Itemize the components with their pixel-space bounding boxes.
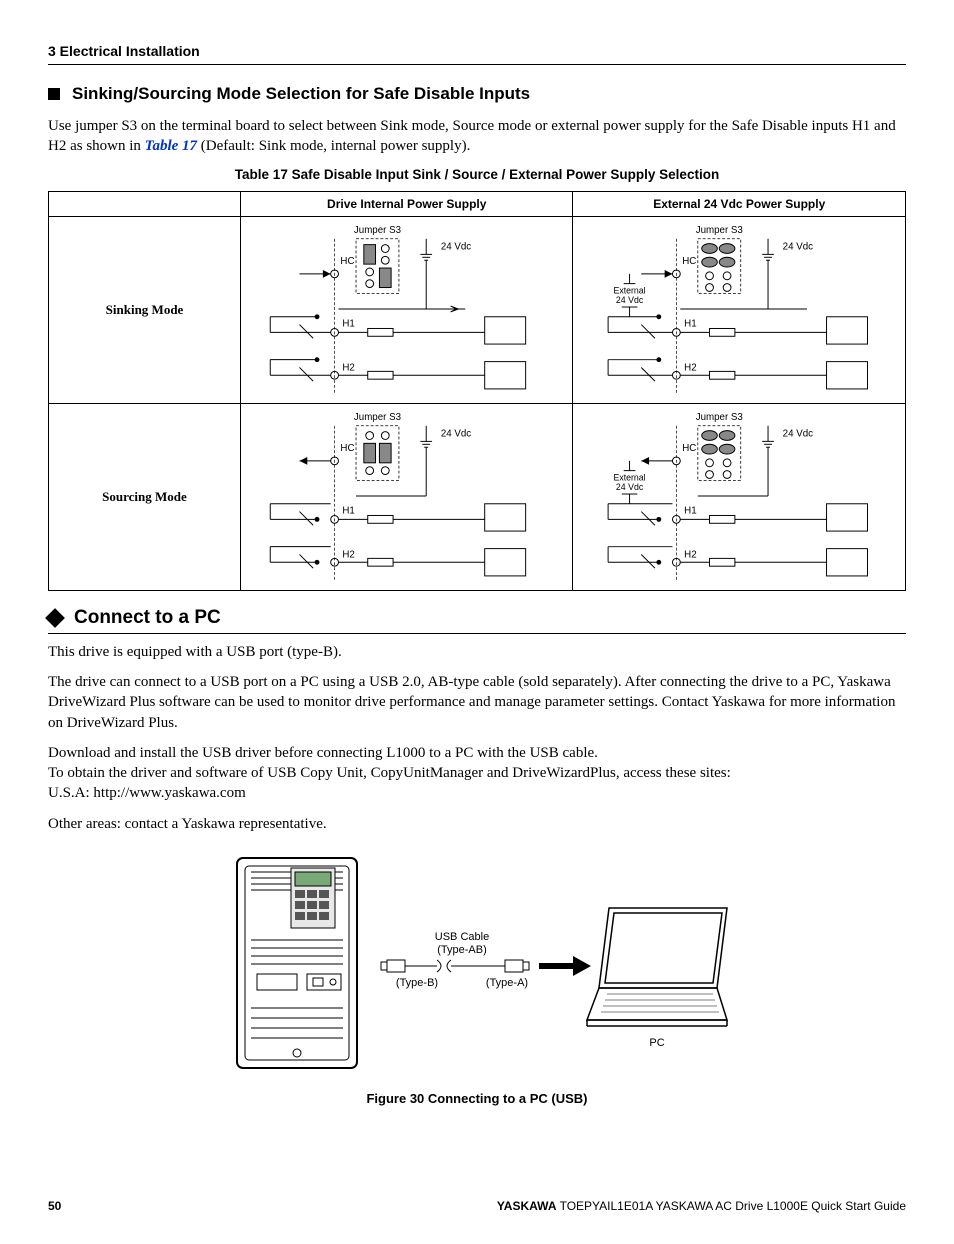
svg-text:Jumper S3: Jumper S3 — [696, 412, 743, 423]
svg-text:24 Vdc: 24 Vdc — [616, 482, 644, 492]
figure-30-caption: Figure 30 Connecting to a PC (USB) — [48, 1090, 906, 1108]
section-heading-sink-source: Sinking/Sourcing Mode Selection for Safe… — [48, 83, 906, 106]
pc-paragraph-4: Other areas: contact a Yaskawa represent… — [48, 814, 906, 834]
section-heading-connect-pc: Connect to a PC — [48, 605, 906, 634]
diamond-bullet-icon — [45, 608, 65, 628]
svg-text:External: External — [614, 285, 646, 295]
page-number: 50 — [48, 1198, 61, 1214]
row-label-sourcing: Sourcing Mode — [49, 403, 241, 590]
pc-p3-line3: U.S.A: http://www.yaskawa.com — [48, 785, 246, 801]
svg-text:HC: HC — [683, 443, 697, 454]
footer-doc-id: YASKAWA TOEPYAIL1E01A YASKAWA AC Drive L… — [497, 1198, 906, 1214]
svg-text:H1: H1 — [342, 318, 354, 329]
svg-text:H1: H1 — [685, 505, 697, 516]
table-header-internal: Drive Internal Power Supply — [241, 191, 573, 216]
row-label-sinking: Sinking Mode — [49, 216, 241, 403]
svg-text:HC: HC — [340, 443, 354, 454]
page-footer: 50 YASKAWA TOEPYAIL1E01A YASKAWA AC Driv… — [48, 1198, 906, 1214]
svg-text:H2: H2 — [342, 362, 354, 373]
svg-text:H1: H1 — [342, 505, 354, 516]
svg-text:Jumper S3: Jumper S3 — [354, 225, 401, 236]
svg-text:H2: H2 — [342, 549, 354, 560]
svg-text:24 Vdc: 24 Vdc — [783, 241, 813, 252]
table-header-external: External 24 Vdc Power Supply — [573, 191, 906, 216]
table-17: Drive Internal Power Supply External 24 … — [48, 191, 906, 592]
diagram-sourcing-external: Jumper S3 24 Vdc HC External 24 Vdc H1 — [573, 403, 906, 590]
table-row-sinking: Sinking Mode Jumper S3 24 Vdc HC H1 — [49, 216, 906, 403]
section-heading-text: Sinking/Sourcing Mode Selection for Safe… — [72, 83, 530, 106]
chapter-header: 3 Electrical Installation — [48, 42, 906, 65]
table-header-blank — [49, 191, 241, 216]
pc-paragraph-1: This drive is equipped with a USB port (… — [48, 642, 906, 662]
footer-brand: YASKAWA — [497, 1199, 557, 1213]
svg-text:External: External — [614, 472, 646, 482]
table-17-caption: Table 17 Safe Disable Input Sink / Sourc… — [48, 166, 906, 184]
diagram-sourcing-internal: Jumper S3 24 Vdc HC H1 H2 — [241, 403, 573, 590]
intro-paragraph: Use jumper S3 on the terminal board to s… — [48, 116, 906, 157]
svg-text:Jumper S3: Jumper S3 — [696, 225, 743, 236]
table-header-row: Drive Internal Power Supply External 24 … — [49, 191, 906, 216]
svg-text:24 Vdc: 24 Vdc — [441, 241, 471, 252]
svg-text:Jumper S3: Jumper S3 — [354, 412, 401, 423]
svg-text:H2: H2 — [685, 549, 697, 560]
footer-doc-text: TOEPYAIL1E01A YASKAWA AC Drive L1000E Qu… — [556, 1199, 906, 1213]
svg-text:(Type-AB): (Type-AB) — [437, 944, 487, 956]
svg-text:PC: PC — [649, 1037, 664, 1049]
svg-text:(Type-A): (Type-A) — [486, 977, 528, 989]
diagram-sinking-internal: Jumper S3 24 Vdc HC H1 H — [241, 216, 573, 403]
svg-text:HC: HC — [340, 256, 354, 267]
svg-text:H1: H1 — [685, 318, 697, 329]
svg-text:24 Vdc: 24 Vdc — [783, 428, 813, 439]
pc-paragraph-2: The drive can connect to a USB port on a… — [48, 672, 906, 733]
svg-text:USB Cable: USB Cable — [435, 931, 489, 943]
section-heading-pc-text: Connect to a PC — [74, 605, 221, 631]
table-row-sourcing: Sourcing Mode Jumper S3 24 Vdc HC H1 H2 — [49, 403, 906, 590]
pc-p3-line2: To obtain the driver and software of USB… — [48, 765, 731, 781]
square-bullet-icon — [48, 88, 60, 100]
diagram-sinking-external: Jumper S3 24 Vdc HC External 24 Vdc H1 — [573, 216, 906, 403]
svg-text:24 Vdc: 24 Vdc — [616, 295, 644, 305]
pc-p3-line1: Download and install the USB driver befo… — [48, 745, 598, 761]
table-17-xref-link[interactable]: Table 17 — [145, 138, 197, 154]
svg-text:HC: HC — [683, 256, 697, 267]
figure-30: USB Cable (Type-AB) (Type-B) (Type-A) PC — [48, 848, 906, 1084]
pc-paragraph-3: Download and install the USB driver befo… — [48, 743, 906, 804]
svg-text:(Type-B): (Type-B) — [396, 977, 438, 989]
intro-text-post: (Default: Sink mode, internal power supp… — [197, 138, 470, 154]
svg-text:24 Vdc: 24 Vdc — [441, 428, 471, 439]
svg-text:H2: H2 — [685, 362, 697, 373]
